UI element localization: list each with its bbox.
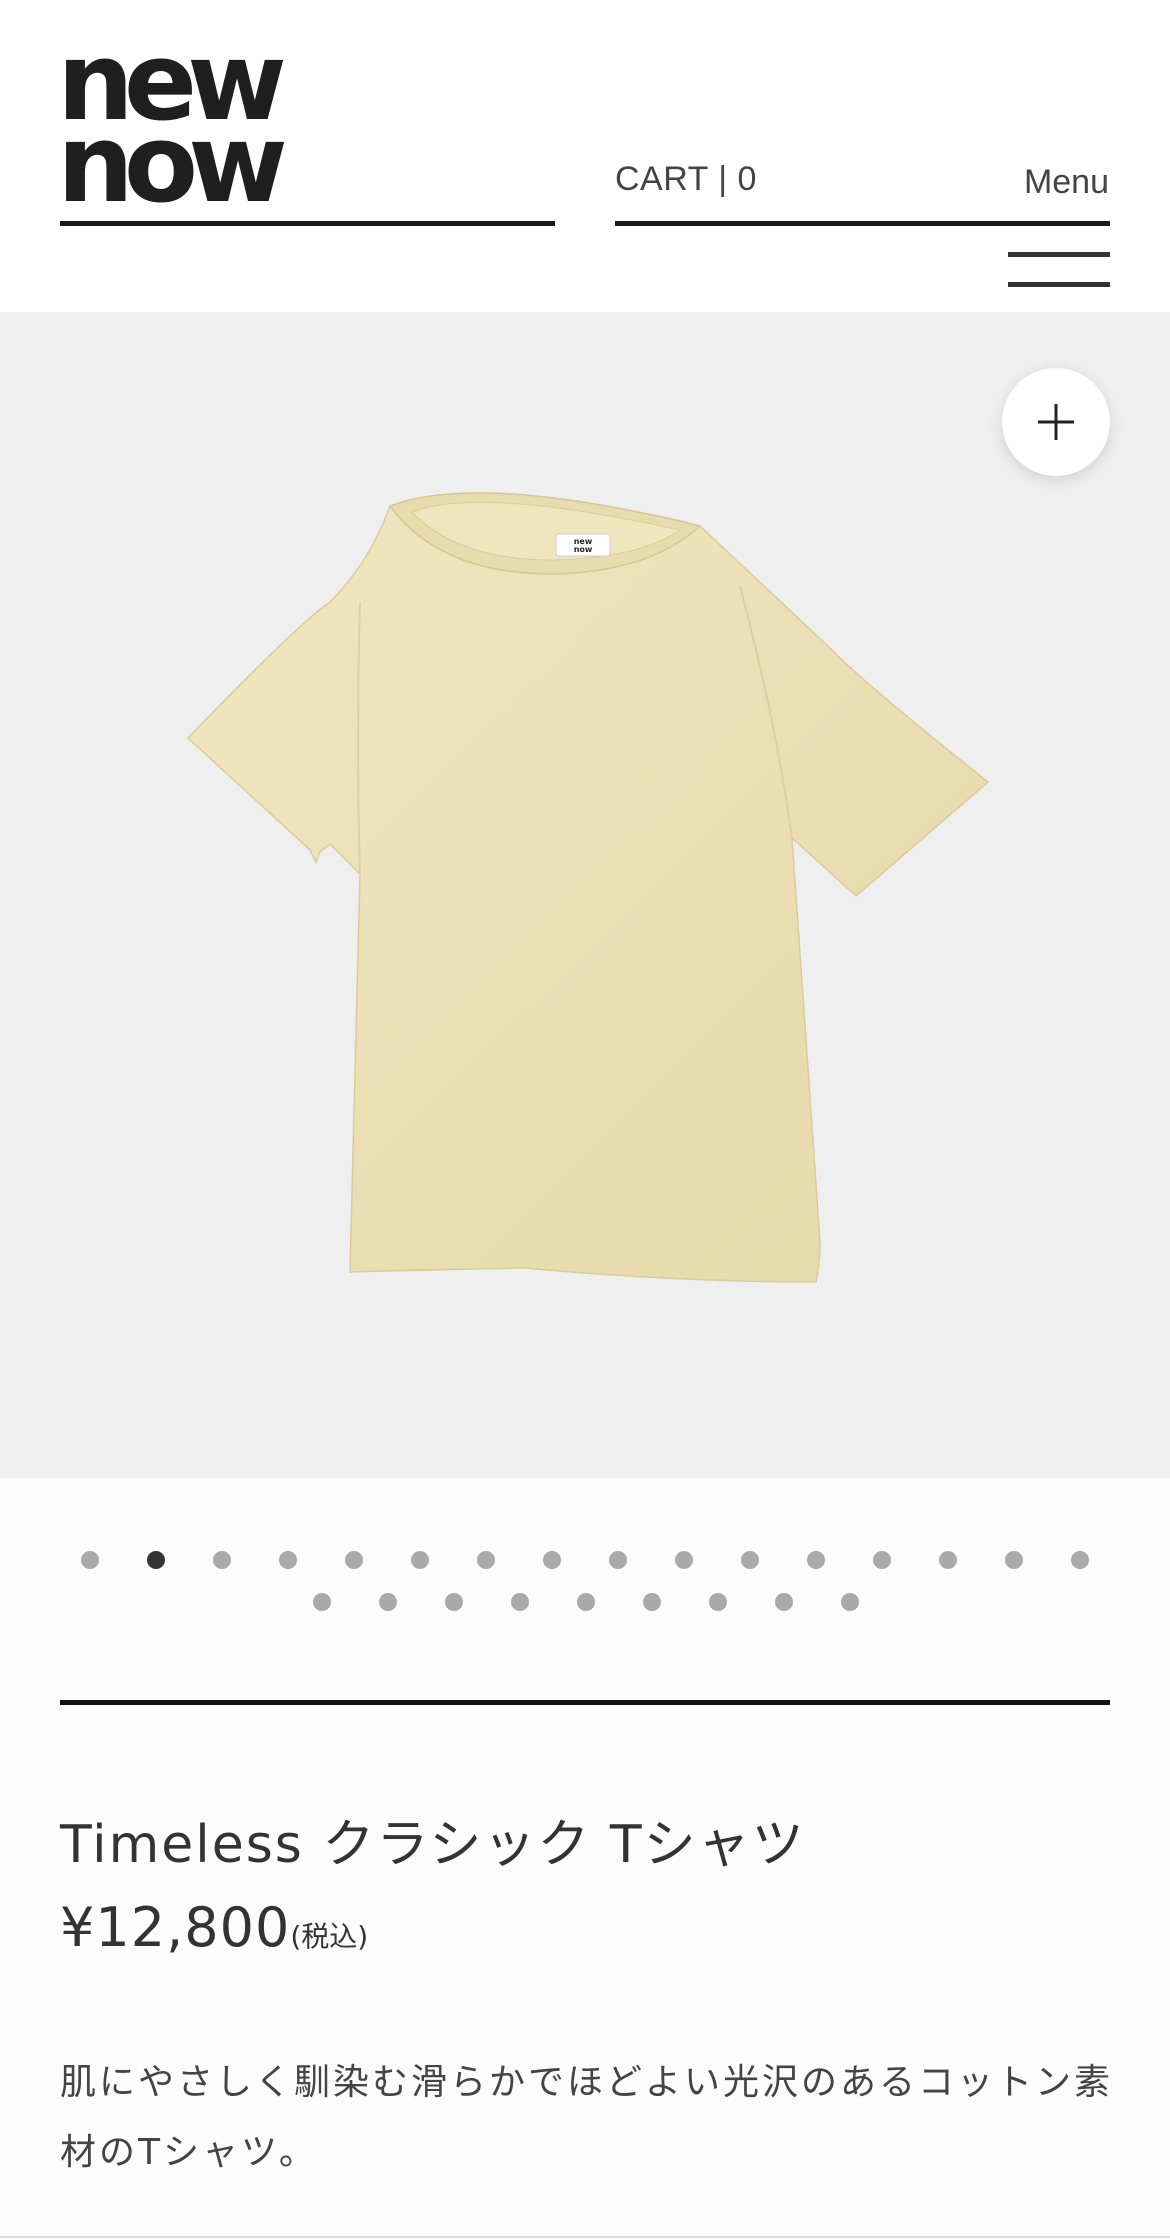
- pagination-dot[interactable]: [345, 1551, 363, 1569]
- pagination-dot[interactable]: [411, 1551, 429, 1569]
- header-divider-right: [615, 221, 1110, 226]
- pagination-dot[interactable]: [81, 1551, 99, 1569]
- pagination-dot[interactable]: [643, 1593, 661, 1611]
- pagination-dot[interactable]: [279, 1551, 297, 1569]
- pagination-dot[interactable]: [775, 1593, 793, 1611]
- tshirt-product-image: new now: [186, 492, 990, 1283]
- plus-icon: [1038, 404, 1074, 440]
- pagination-dot[interactable]: [477, 1551, 495, 1569]
- site-header: new now CART | 0 Menu: [0, 0, 1170, 312]
- pagination-dot[interactable]: [147, 1551, 165, 1569]
- pagination-dot[interactable]: [939, 1551, 957, 1569]
- hamburger-menu-icon[interactable]: [1008, 250, 1110, 290]
- pagination-dot[interactable]: [543, 1551, 561, 1569]
- pagination-dot[interactable]: [213, 1551, 231, 1569]
- shirt-tag-text-bottom: now: [574, 545, 593, 554]
- pagination-dot[interactable]: [313, 1593, 331, 1611]
- product-description: 肌にやさしく馴染む滑らかでほどよい光沢のあるコットン素材のTシャツ。: [60, 2062, 1114, 2173]
- pagination-dot[interactable]: [379, 1593, 397, 1611]
- pagination-dot[interactable]: [577, 1593, 595, 1611]
- logo-text-bottom: now: [57, 102, 288, 228]
- pagination-dot[interactable]: [445, 1593, 463, 1611]
- product-image-viewer[interactable]: new now: [0, 312, 1170, 1478]
- cart-link[interactable]: CART | 0: [615, 160, 757, 199]
- zoom-button[interactable]: [1002, 368, 1110, 476]
- pagination-dot[interactable]: [841, 1593, 859, 1611]
- pagination-dot[interactable]: [1005, 1551, 1023, 1569]
- pagination-dot[interactable]: [873, 1551, 891, 1569]
- price-value: ¥12,800: [60, 1896, 291, 1959]
- pagination-dot[interactable]: [1071, 1551, 1089, 1569]
- tax-note: (税込): [290, 1920, 369, 1953]
- pagination-dot[interactable]: [511, 1593, 529, 1611]
- brand-logo[interactable]: new now: [57, 28, 303, 218]
- header-divider-left: [60, 221, 555, 226]
- bottom-divider: [0, 2236, 1170, 2238]
- pagination-dot[interactable]: [709, 1593, 727, 1611]
- pagination-dot[interactable]: [741, 1551, 759, 1569]
- section-divider: [60, 1700, 1110, 1705]
- product-page: new now CART | 0 Menu new now Timeless ク…: [0, 0, 1170, 2239]
- product-title: Timeless クラシック Tシャツ: [60, 1815, 806, 1875]
- pagination-dot[interactable]: [609, 1551, 627, 1569]
- pagination-dot[interactable]: [675, 1551, 693, 1569]
- product-price: ¥12,800(税込): [60, 1896, 368, 1959]
- menu-label[interactable]: Menu: [1024, 163, 1109, 202]
- pagination-dot[interactable]: [807, 1551, 825, 1569]
